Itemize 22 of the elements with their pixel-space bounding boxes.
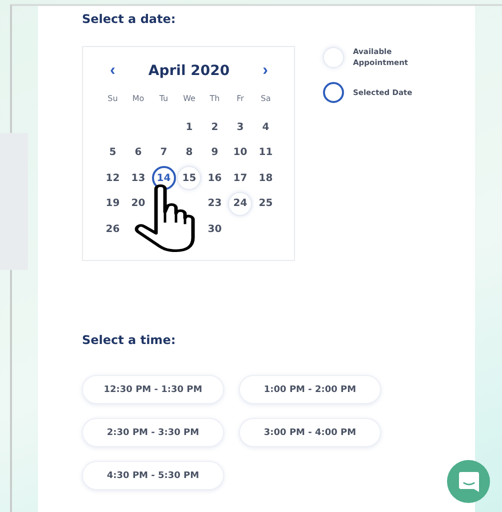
weekday-label: We <box>182 92 196 104</box>
calendar-day[interactable]: 24 <box>228 192 252 216</box>
section-title: Select a time: <box>82 333 177 347</box>
weekday-label: Su <box>106 92 119 104</box>
next-month-button[interactable]: › <box>258 63 272 79</box>
calendar-day[interactable]: 15 <box>177 166 202 190</box>
weekday-label: Mo <box>131 92 146 104</box>
month-title: April 2020 <box>148 63 230 79</box>
legend-circle-icon <box>323 82 344 103</box>
weekday-label: Tu <box>158 92 170 104</box>
section-title: Select a date: <box>82 12 177 26</box>
weekday-label: Fr <box>236 92 245 104</box>
weekday-label: Sa <box>260 92 272 104</box>
time-slot-button[interactable]: 2:30 PM - 3:30 PM <box>82 418 224 447</box>
time-slot-button[interactable]: 1:00 PM - 2:00 PM <box>239 375 381 404</box>
time-slot-button[interactable]: 4:30 PM - 5:30 PM <box>82 461 224 490</box>
time-slot-button[interactable]: 12:30 PM - 1:30 PM <box>82 375 224 404</box>
weekday-label: Th <box>208 92 221 104</box>
time-slot-button[interactable]: 3:00 PM - 4:00 PM <box>239 418 381 447</box>
legend-circle-icon <box>323 46 344 68</box>
chat-icon <box>458 470 480 492</box>
previous-month-button[interactable]: ‹ <box>106 63 120 79</box>
